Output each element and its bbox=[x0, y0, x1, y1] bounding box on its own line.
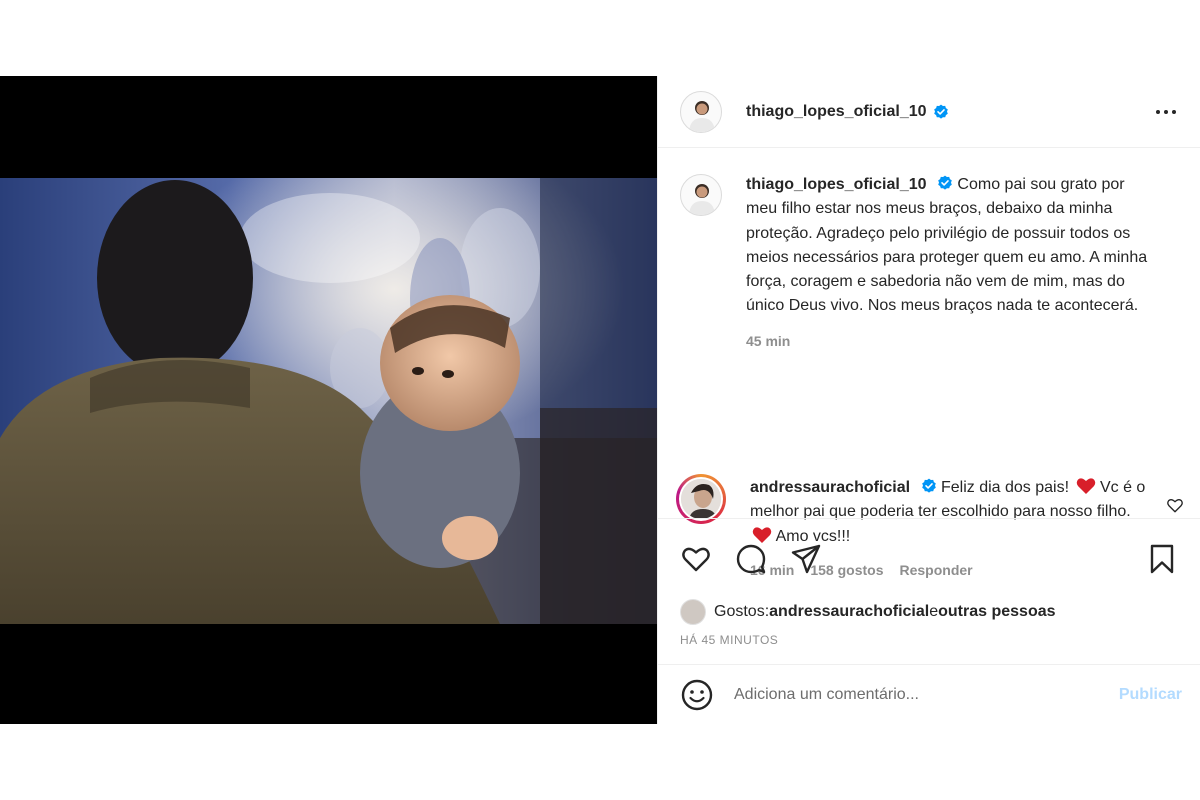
likes-user[interactable]: andressaurachoficial bbox=[769, 603, 929, 621]
comments-section: thiago_lopes_oficial_10 Como pai sou gra… bbox=[658, 148, 1200, 578]
caption-text: Como pai sou grato por meu filho estar n… bbox=[746, 176, 1148, 315]
red-heart-emoji-icon bbox=[1076, 478, 1095, 494]
caption: thiago_lopes_oficial_10 Como pai sou gra… bbox=[658, 174, 1200, 353]
comment-icon[interactable] bbox=[735, 543, 767, 575]
author-avatar[interactable] bbox=[680, 90, 722, 133]
verified-badge-icon bbox=[938, 175, 952, 190]
likes-prefix: Gostos: bbox=[714, 603, 770, 620]
verified-badge-icon bbox=[933, 104, 948, 119]
emoji-smile-icon[interactable] bbox=[680, 678, 714, 712]
heart-icon[interactable] bbox=[680, 543, 712, 575]
post-timestamp: HÁ 45 MINUTOS bbox=[680, 633, 779, 647]
comment-text-part1: Feliz dia dos pais! bbox=[940, 479, 1070, 496]
verified-badge-icon bbox=[921, 478, 936, 493]
caption-time: 45 min bbox=[746, 332, 791, 349]
likes-and: e bbox=[929, 603, 939, 620]
post-sidebar: thiago_lopes_oficial_10 thiago_lopes_ofi… bbox=[657, 76, 1200, 724]
more-options-icon[interactable] bbox=[1156, 109, 1176, 114]
liker-avatar bbox=[680, 599, 706, 625]
comment-username[interactable]: andressaurachoficial bbox=[750, 479, 910, 496]
likes-summary[interactable]: Gostos: andressaurachoficial e outras pe… bbox=[680, 599, 1178, 625]
bookmark-icon[interactable] bbox=[1146, 543, 1178, 575]
author-username[interactable]: thiago_lopes_oficial_10 bbox=[746, 103, 927, 121]
like-comment-heart-icon[interactable] bbox=[1166, 496, 1184, 514]
comment-input[interactable] bbox=[734, 685, 1119, 704]
likes-others[interactable]: outras pessoas bbox=[938, 603, 1055, 621]
commenter-avatar[interactable] bbox=[676, 474, 726, 524]
share-icon[interactable] bbox=[790, 543, 822, 575]
post-media[interactable] bbox=[0, 76, 657, 724]
caption-username[interactable]: thiago_lopes_oficial_10 bbox=[746, 176, 927, 193]
instagram-post: thiago_lopes_oficial_10 thiago_lopes_ofi… bbox=[0, 76, 1200, 724]
caption-avatar[interactable] bbox=[680, 174, 722, 216]
publish-button[interactable]: Publicar bbox=[1119, 686, 1182, 704]
post-photo bbox=[0, 178, 657, 624]
post-actions: Gostos: andressaurachoficial e outras pe… bbox=[658, 518, 1200, 664]
post-header: thiago_lopes_oficial_10 bbox=[658, 76, 1200, 148]
add-comment-bar: Publicar bbox=[658, 664, 1200, 724]
